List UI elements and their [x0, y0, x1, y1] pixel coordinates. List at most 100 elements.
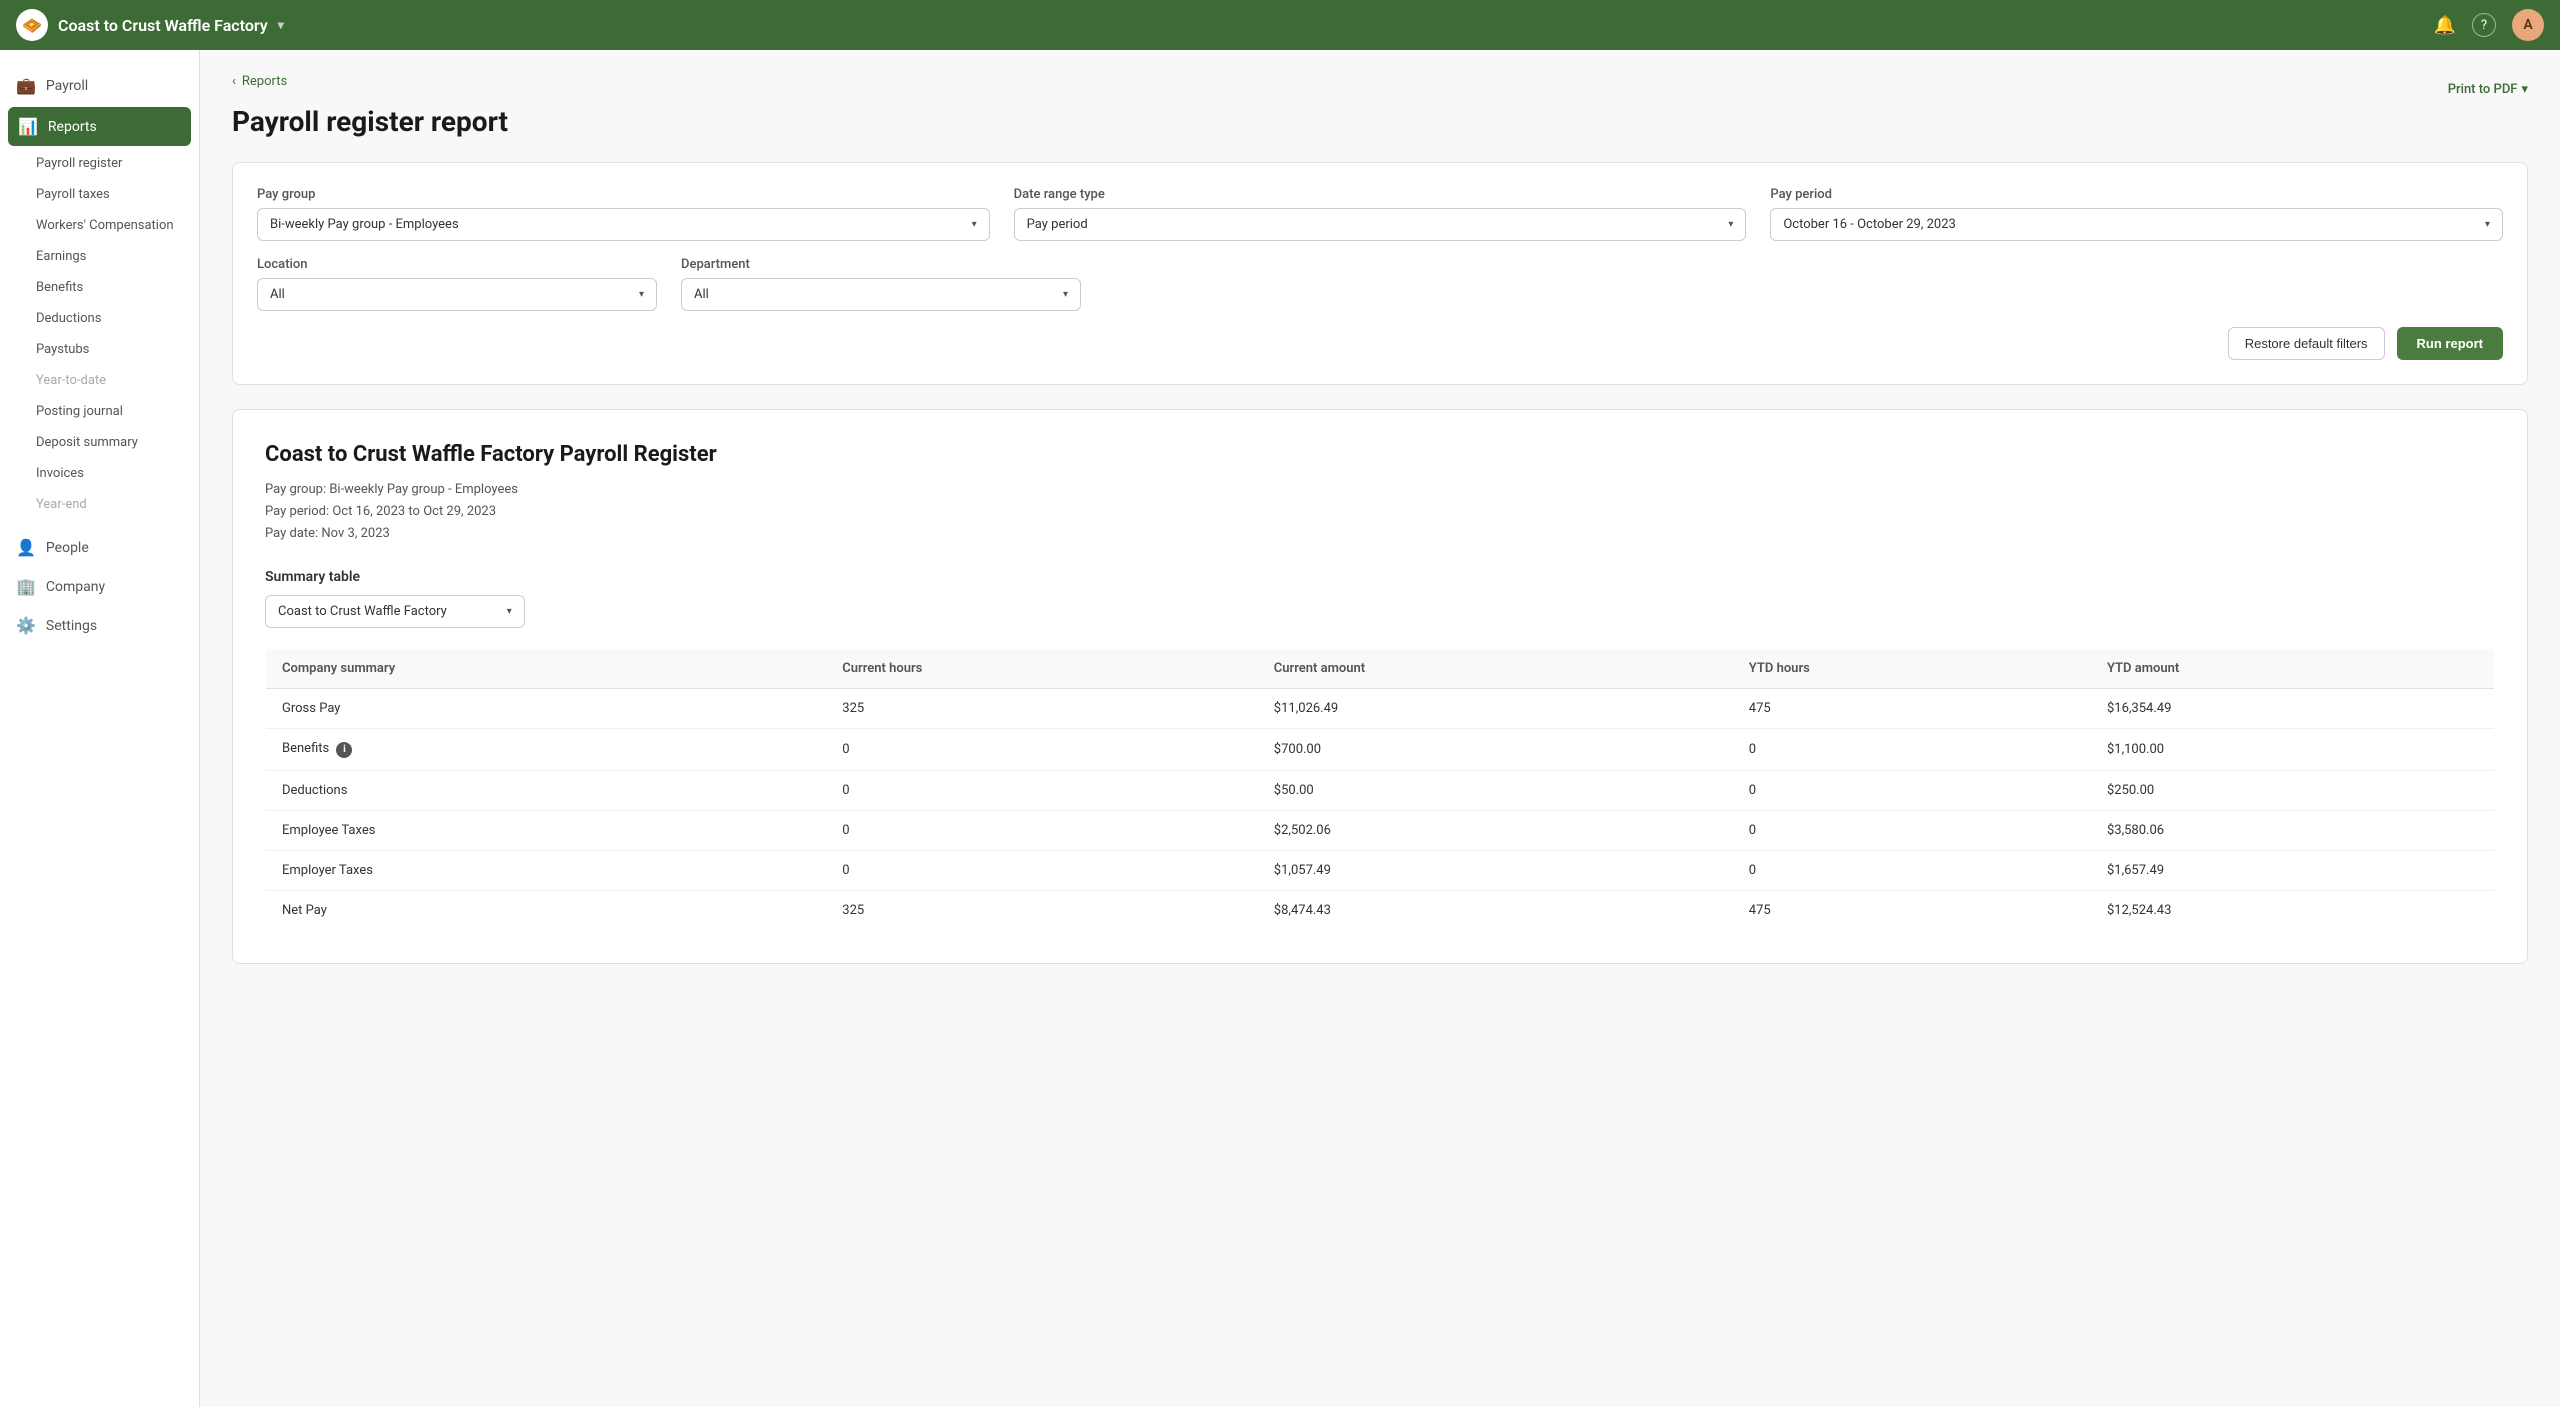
print-pdf-button[interactable]: Print to PDF ▾ [2448, 82, 2528, 97]
cell-ytd-amount: $16,354.49 [2091, 689, 2495, 729]
bell-icon[interactable]: 🔔 [2434, 15, 2456, 36]
print-pdf-arrow-icon: ▾ [2521, 82, 2528, 97]
help-icon[interactable]: ? [2472, 13, 2496, 37]
department-value: All [694, 287, 709, 302]
cell-label: Employee Taxes [266, 810, 827, 850]
pay-period-select[interactable]: October 16 - October 29, 2023 ▾ [1770, 208, 2503, 241]
cell-label: Employer Taxes [266, 850, 827, 890]
sidebar-item-paystubs[interactable]: Paystubs [0, 334, 199, 365]
sidebar-reports-label: Reports [48, 119, 97, 135]
sidebar-item-company[interactable]: 🏢 Company [0, 567, 199, 606]
sidebar-item-year-end: Year-end [0, 489, 199, 520]
logo-icon: 🧇 [16, 9, 48, 41]
avatar[interactable]: A [2512, 9, 2544, 41]
location-filter: Location All ▾ [257, 257, 657, 311]
reports-icon: 📊 [18, 117, 38, 136]
sidebar-item-posting-journal[interactable]: Posting journal [0, 396, 199, 427]
company-name: Coast to Crust Waffle Factory [58, 16, 268, 35]
people-icon: 👤 [16, 538, 36, 557]
sidebar-item-benefits[interactable]: Benefits [0, 272, 199, 303]
cell-ytd-amount: $1,657.49 [2091, 850, 2495, 890]
sidebar-company-label: Company [46, 579, 105, 595]
table-row: Gross Pay 325 $11,026.49 475 $16,354.49 [266, 689, 2495, 729]
pay-group-select[interactable]: Bi-weekly Pay group - Employees ▾ [257, 208, 990, 241]
summary-selector-chevron-icon: ▾ [507, 606, 512, 617]
sidebar-item-settings[interactable]: ⚙️ Settings [0, 606, 199, 645]
sidebar-item-earnings[interactable]: Earnings [0, 241, 199, 272]
location-select[interactable]: All ▾ [257, 278, 657, 311]
page-title: Payroll register report [232, 105, 2528, 138]
cell-ytd-hours: 0 [1733, 770, 2091, 810]
cell-ytd-hours: 475 [1733, 890, 2091, 930]
cell-ytd-amount: $1,100.00 [2091, 729, 2495, 771]
pay-period-value: October 16 - October 29, 2023 [1783, 217, 1956, 232]
sidebar-item-deductions[interactable]: Deductions [0, 303, 199, 334]
table-row: Employer Taxes 0 $1,057.49 0 $1,657.49 [266, 850, 2495, 890]
sidebar-item-payroll-taxes[interactable]: Payroll taxes [0, 179, 199, 210]
report-meta-line-1: Pay group: Bi-weekly Pay group - Employe… [265, 479, 2495, 501]
cell-ytd-amount: $12,524.43 [2091, 890, 2495, 930]
date-range-filter: Date range type Pay period ▾ [1014, 187, 1747, 241]
cell-current-hours: 0 [826, 770, 1258, 810]
sidebar-people-label: People [46, 540, 89, 556]
summary-table-label: Summary table [265, 569, 2495, 585]
settings-icon: ⚙️ [16, 616, 36, 635]
table-row: Net Pay 325 $8,474.43 475 $12,524.43 [266, 890, 2495, 930]
date-range-label: Date range type [1014, 187, 1747, 202]
pay-group-filter: Pay group Bi-weekly Pay group - Employee… [257, 187, 990, 241]
filter-row-2: Location All ▾ Department All ▾ [257, 257, 2503, 311]
pay-period-filter: Pay period October 16 - October 29, 2023… [1770, 187, 2503, 241]
department-chevron-icon: ▾ [1063, 289, 1068, 300]
sidebar-item-year-to-date: Year-to-date [0, 365, 199, 396]
sidebar-item-payroll-register[interactable]: Payroll register [0, 148, 199, 179]
pay-group-value: Bi-weekly Pay group - Employees [270, 217, 459, 232]
company-logo-area[interactable]: 🧇 Coast to Crust Waffle Factory ▾ [16, 9, 2434, 41]
sidebar-item-invoices[interactable]: Invoices [0, 458, 199, 489]
department-label: Department [681, 257, 1081, 272]
col-current-amount: Current amount [1258, 649, 1733, 689]
location-value: All [270, 287, 285, 302]
department-select[interactable]: All ▾ [681, 278, 1081, 311]
company-summary-table: Company summary Current hours Current am… [265, 648, 2495, 931]
summary-selector[interactable]: Coast to Crust Waffle Factory ▾ [265, 595, 525, 628]
chevron-down-icon: ▾ [278, 18, 284, 32]
restore-defaults-button[interactable]: Restore default filters [2228, 327, 2385, 360]
col-company-summary: Company summary [266, 649, 827, 689]
breadcrumb-text: Reports [242, 74, 287, 89]
top-bar: ‹ Reports Print to PDF ▾ [232, 74, 2528, 105]
cell-ytd-hours: 0 [1733, 850, 2091, 890]
main-content: ‹ Reports Print to PDF ▾ Payroll registe… [200, 50, 2560, 1407]
info-icon[interactable]: i [336, 742, 352, 758]
sidebar-settings-label: Settings [46, 618, 97, 634]
table-header-row: Company summary Current hours Current am… [266, 649, 2495, 689]
sidebar: 💼 Payroll 📊 Reports Payroll register Pay… [0, 50, 200, 1407]
sidebar-item-payroll[interactable]: 💼 Payroll [0, 66, 199, 105]
location-label: Location [257, 257, 657, 272]
cell-ytd-amount: $3,580.06 [2091, 810, 2495, 850]
cell-current-hours: 0 [826, 810, 1258, 850]
pay-period-chevron-icon: ▾ [2485, 219, 2490, 230]
table-body: Gross Pay 325 $11,026.49 475 $16,354.49 … [266, 689, 2495, 931]
sidebar-item-people[interactable]: 👤 People [0, 528, 199, 567]
sidebar-item-deposit-summary[interactable]: Deposit summary [0, 427, 199, 458]
cell-ytd-hours: 475 [1733, 689, 2091, 729]
cell-current-amount: $11,026.49 [1258, 689, 1733, 729]
payroll-icon: 💼 [16, 76, 36, 95]
sidebar-item-workers-comp[interactable]: Workers' Compensation [0, 210, 199, 241]
cell-current-hours: 325 [826, 689, 1258, 729]
breadcrumb-arrow: ‹ [232, 74, 236, 89]
top-nav-right: 🔔 ? A [2434, 9, 2544, 41]
table-row: Employee Taxes 0 $2,502.06 0 $3,580.06 [266, 810, 2495, 850]
breadcrumb[interactable]: ‹ Reports [232, 74, 287, 89]
avatar-text: A [2523, 17, 2532, 33]
cell-label: Deductions [266, 770, 827, 810]
date-range-select[interactable]: Pay period ▾ [1014, 208, 1747, 241]
report-meta: Pay group: Bi-weekly Pay group - Employe… [265, 479, 2495, 545]
run-report-button[interactable]: Run report [2397, 327, 2503, 360]
cell-current-amount: $50.00 [1258, 770, 1733, 810]
cell-current-amount: $1,057.49 [1258, 850, 1733, 890]
cell-current-amount: $700.00 [1258, 729, 1733, 771]
table-row: Deductions 0 $50.00 0 $250.00 [266, 770, 2495, 810]
sidebar-item-reports[interactable]: 📊 Reports [8, 107, 191, 146]
cell-current-amount: $2,502.06 [1258, 810, 1733, 850]
